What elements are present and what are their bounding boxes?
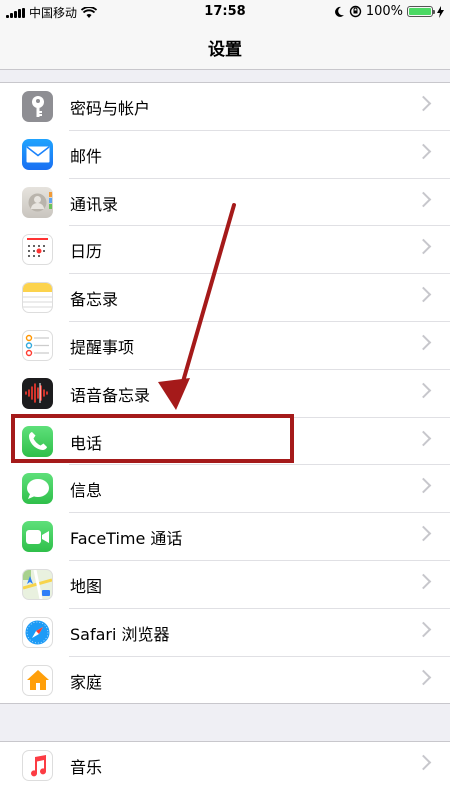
battery-icon [407,6,435,17]
chevron-right-icon [415,334,432,351]
settings-row-label: 通讯录 [70,194,119,214]
settings-row-passwords[interactable]: 密码与帐户 [0,83,450,131]
settings-row-label: 信息 [70,481,103,501]
chevron-right-icon [415,669,432,685]
chevron-right-icon [415,573,432,590]
settings-row-voice-memos[interactable]: 语音备忘录 [0,370,450,418]
settings-row-label: 密码与帐户 [70,99,151,118]
chevron-right-icon [415,239,432,255]
chevron-right-icon [415,143,432,160]
page-title: 设置 [208,40,242,60]
settings-row-label: 音乐 [70,758,103,777]
settings-row-label: 家庭 [70,672,103,692]
chevron-right-icon [415,382,432,399]
voice-memos-icon [22,377,53,409]
facetime-icon [22,521,53,553]
navigation-bar: 设置 [0,24,450,70]
settings-row-label: 邮件 [70,146,103,166]
settings-row-calendar[interactable]: 日历 [0,226,450,275]
status-right: 100% [334,4,444,19]
settings-row-reminders[interactable]: 提醒事项 [0,322,450,370]
settings-row-phone[interactable]: 电话 [0,418,450,466]
settings-row-home[interactable]: 家庭 [0,657,450,705]
chevron-right-icon [415,430,432,446]
chevron-right-icon [415,95,432,112]
chevron-right-icon [415,286,432,303]
chevron-right-icon [415,754,432,771]
settings-row-label: Safari 浏览器 [70,624,170,644]
reminders-icon [22,329,53,361]
settings-row-label: FaceTime 通话 [70,529,183,549]
chevron-right-icon [415,525,432,542]
mail-icon [22,138,53,170]
settings-screen: 中国移动 17:58 100% 设置 密码与帐户 邮件 通讯录 日历 备忘录 提… [0,0,450,800]
chevron-right-icon [415,191,432,207]
messages-icon [22,473,53,505]
moon-icon [334,6,344,17]
settings-group-media: 音乐 [0,741,450,800]
notes-icon [22,282,53,314]
status-bar: 中国移动 17:58 100% [0,0,450,24]
chevron-right-icon [415,478,432,494]
settings-row-label: 地图 [70,576,103,596]
settings-row-label: 电话 [70,433,103,453]
settings-row-safari[interactable]: Safari 浏览器 [0,609,450,657]
maps-icon [22,568,53,600]
settings-row-label: 备忘录 [70,290,119,310]
music-icon [22,750,53,781]
settings-row-music[interactable]: 音乐 [0,742,450,790]
battery-percent: 100% [365,4,403,19]
rotation-lock-icon [349,5,362,18]
settings-row-notes[interactable]: 备忘录 [0,274,450,322]
settings-row-messages[interactable]: 信息 [0,465,450,514]
settings-row-maps[interactable]: 地图 [0,561,450,609]
settings-row-label: 日历 [70,242,103,262]
settings-row-facetime[interactable]: FaceTime 通话 [0,513,450,561]
settings-row-contacts[interactable]: 通讯录 [0,179,450,227]
settings-row-label: 语音备忘录 [70,385,151,405]
calendar-icon [22,234,53,266]
safari-icon [22,616,53,648]
charging-icon [437,5,444,18]
key-icon [22,91,53,122]
settings-row-mail[interactable]: 邮件 [0,131,450,179]
settings-group-apps: 密码与帐户 邮件 通讯录 日历 备忘录 提醒事项 语音备忘录 电话 信息 Fac… [0,82,450,704]
chevron-right-icon [415,621,432,638]
contacts-icon [22,186,53,218]
phone-icon [22,425,53,457]
home-icon [22,664,53,696]
settings-row-label: 提醒事项 [70,337,135,357]
